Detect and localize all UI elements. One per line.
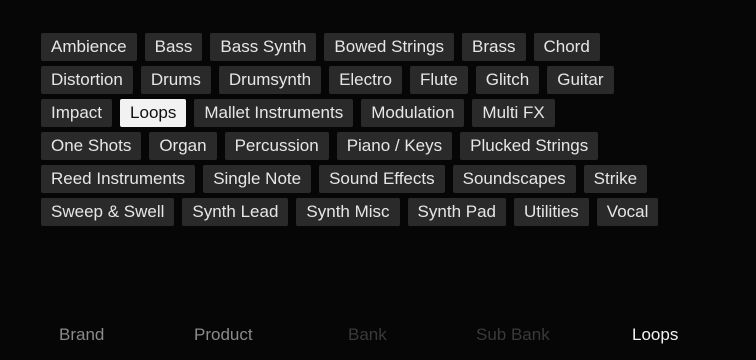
tag-single-note[interactable]: Single Note (203, 165, 312, 193)
tag-reed-instruments[interactable]: Reed Instruments (41, 165, 196, 193)
filter-bank: Bank (348, 325, 387, 344)
filter-product[interactable]: Product (194, 325, 253, 345)
tag-electro[interactable]: Electro (329, 66, 402, 94)
tag-row: Ambience Bass Bass Synth Bowed Strings Brass… (41, 33, 756, 61)
tag-chord[interactable]: Chord (533, 33, 600, 61)
tag-soundscapes[interactable]: Soundscapes (452, 165, 576, 193)
tag-percussion[interactable]: Percussion (224, 132, 329, 160)
tag-impact[interactable]: Impact (41, 99, 113, 127)
tag-bowed-strings[interactable]: Bowed Strings (324, 33, 455, 61)
tag-grid: Ambience Bass Bass Synth Bowed Strings Brass… (41, 33, 756, 231)
tag-piano-keys[interactable]: Piano / Keys (336, 132, 453, 160)
tag-brass[interactable]: Brass (462, 33, 526, 61)
tag-flute[interactable]: Flute (409, 66, 468, 94)
tag-bass[interactable]: Bass (144, 33, 203, 61)
tag-guitar[interactable]: Guitar (547, 66, 614, 94)
tag-strike[interactable]: Strike (583, 165, 648, 193)
tag-plucked-strings[interactable]: Plucked Strings (460, 132, 599, 160)
tag-organ[interactable]: Organ (149, 132, 217, 160)
tag-row: Impact Loops Mallet Instruments Modulation M… (41, 99, 756, 127)
tag-ambience[interactable]: Ambience (41, 33, 137, 61)
filter-sub-bank: Sub Bank (476, 325, 550, 344)
tag-row: One Shots Organ Percussion Piano / Keys Pluc… (41, 132, 756, 160)
tag-glitch[interactable]: Glitch (475, 66, 540, 94)
filter-type[interactable]: Loops (632, 325, 678, 345)
tag-loops[interactable]: Loops (120, 99, 187, 127)
tag-synth-lead[interactable]: Synth Lead (182, 198, 289, 226)
tag-modulation[interactable]: Modulation (361, 99, 465, 127)
tag-multi-fx[interactable]: Multi FX (472, 99, 555, 127)
tag-synth-pad[interactable]: Synth Pad (407, 198, 506, 226)
filter-brand[interactable]: Brand (59, 325, 104, 345)
tag-sweep-swell[interactable]: Sweep & Swell (41, 198, 175, 226)
tag-drumsynth[interactable]: Drumsynth (218, 66, 322, 94)
tag-vocal[interactable]: Vocal (596, 198, 659, 226)
tag-row: Sweep & Swell Synth Lead Synth Misc Synth P… (41, 198, 756, 226)
tag-utilities[interactable]: Utilities (514, 198, 589, 226)
tag-mallet-instruments[interactable]: Mallet Instruments (194, 99, 354, 127)
tag-browser-panel: Ambience Bass Bass Synth Bowed Strings Brass… (0, 0, 756, 360)
tag-synth-misc[interactable]: Synth Misc (296, 198, 400, 226)
tag-drums[interactable]: Drums (140, 66, 211, 94)
tag-one-shots[interactable]: One Shots (41, 132, 142, 160)
browser-filter-bar: Brand Product Bank Sub Bank Loops (0, 315, 756, 355)
tag-bass-synth[interactable]: Bass Synth (210, 33, 317, 61)
tag-distortion[interactable]: Distortion (41, 66, 133, 94)
tag-sound-effects[interactable]: Sound Effects (319, 165, 445, 193)
tag-row: Reed Instruments Single Note Sound Effects… (41, 165, 756, 193)
tag-row: Distortion Drums Drumsynth Electro Flute Glit… (41, 66, 756, 94)
